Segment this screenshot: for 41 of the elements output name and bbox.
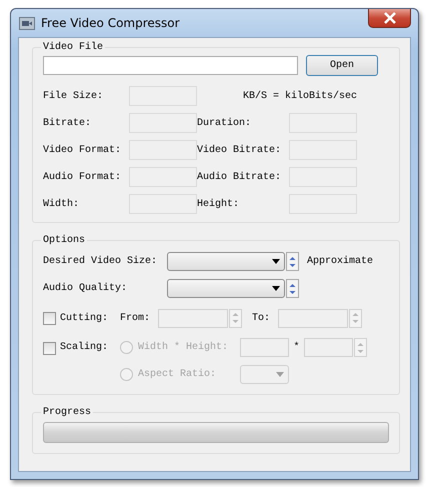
checkbox-label: Scaling: xyxy=(60,342,110,353)
spinner-buttons[interactable] xyxy=(286,252,299,271)
field-label: Audio Bitrate: xyxy=(197,172,282,182)
field-label: Audio Quality: xyxy=(43,283,128,294)
video-camera-icon xyxy=(19,16,35,30)
height-field[interactable] xyxy=(304,338,353,357)
close-icon xyxy=(382,12,396,24)
close-button[interactable] xyxy=(368,9,411,28)
window-title: Free Video Compressor xyxy=(41,16,180,30)
group-title: Progress xyxy=(42,407,92,418)
scaling-checkbox[interactable] xyxy=(43,342,56,355)
field-label: From: xyxy=(120,312,152,324)
caret-icon xyxy=(272,259,280,264)
spinner-buttons[interactable] xyxy=(286,279,299,298)
field-label: Duration: xyxy=(197,118,252,128)
field-label: To: xyxy=(252,312,272,324)
cutting-checkbox[interactable] xyxy=(43,312,56,324)
group-title: Video File xyxy=(42,42,104,53)
open-button[interactable]: Open xyxy=(306,55,378,76)
field-label: Video Bitrate: xyxy=(197,144,282,156)
field-label: Video Format: xyxy=(43,144,122,156)
field-label: Width: xyxy=(43,198,80,210)
width-field[interactable] xyxy=(240,338,289,357)
caret-icon xyxy=(272,286,280,291)
field-label: Bitrate: xyxy=(43,118,92,128)
checkbox-label: Cutting: xyxy=(60,312,110,324)
field-label: Desired Video Size: xyxy=(43,256,158,267)
from-field[interactable] xyxy=(158,308,228,328)
group-title: Options xyxy=(42,235,86,246)
field-label: File Size: xyxy=(43,90,104,102)
to-field[interactable] xyxy=(278,308,348,328)
times-sign: * xyxy=(292,342,300,353)
approximate-label: Approximate xyxy=(307,256,374,267)
field-label: Height: xyxy=(197,198,240,210)
caret-icon xyxy=(276,372,284,377)
aspect-ratio-dropdown[interactable] xyxy=(240,365,289,384)
audio-quality-dropdown[interactable] xyxy=(167,279,285,298)
field-label: Audio Format: xyxy=(43,172,122,182)
video-size-dropdown[interactable] xyxy=(167,252,285,271)
unit-note: KB/S = kiloBits/sec xyxy=(242,90,357,102)
file-path-field[interactable] xyxy=(43,56,298,75)
